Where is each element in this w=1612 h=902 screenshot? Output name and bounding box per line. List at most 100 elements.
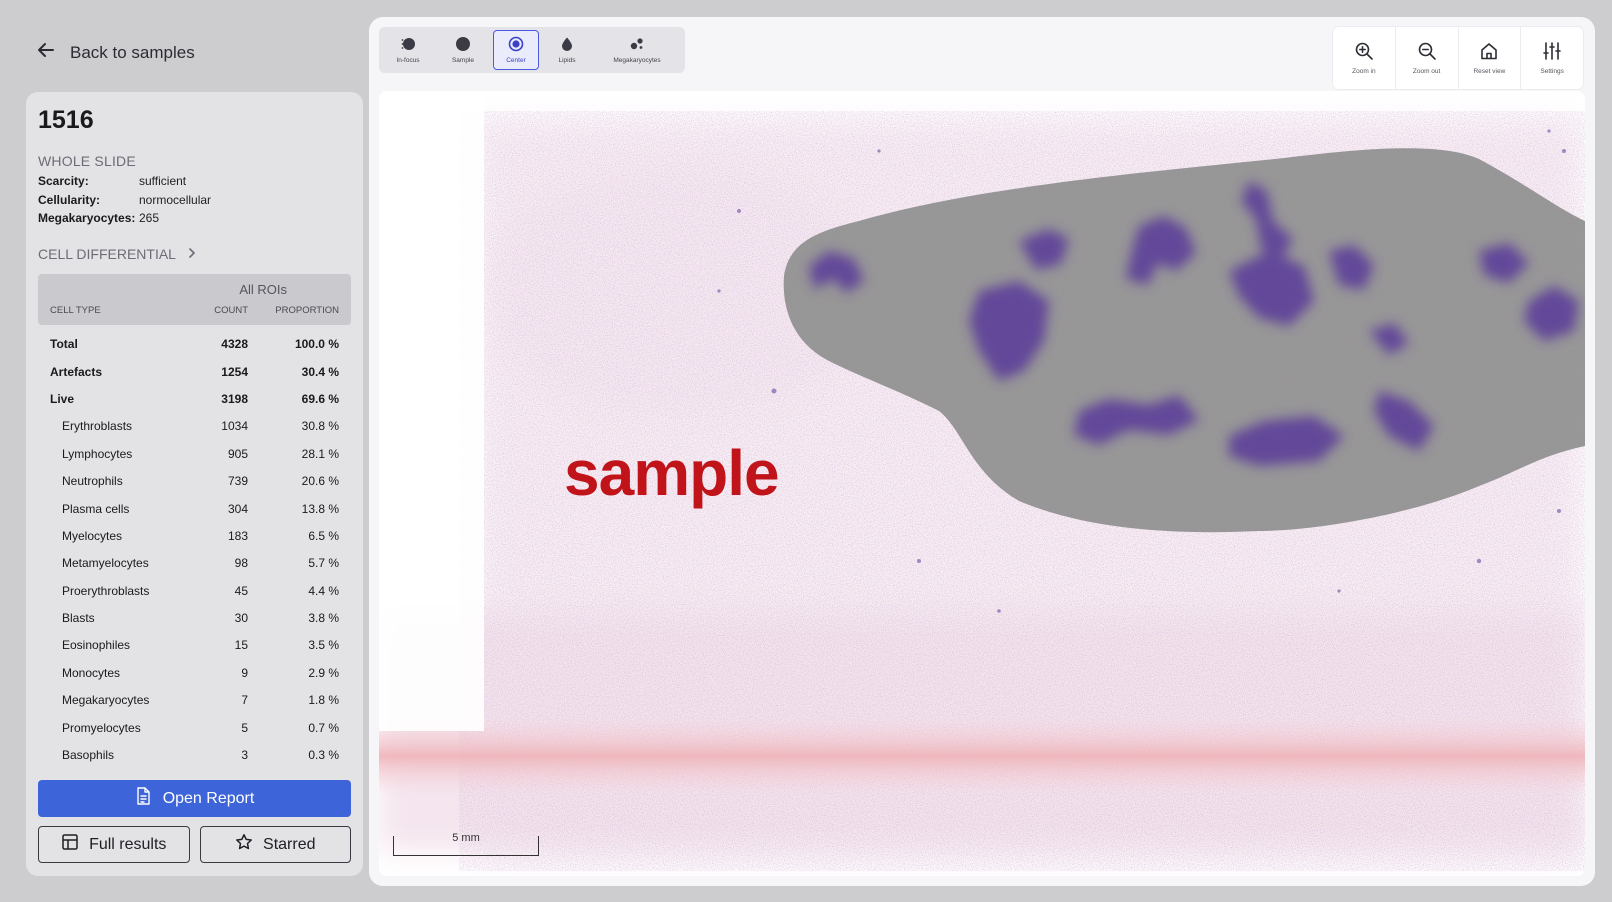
cell-type: Eosinophiles xyxy=(62,638,131,653)
table-body: Total 4328 100.0 % Artefacts 1254 30.4 % Live 3… xyxy=(38,331,351,769)
center-target-icon xyxy=(508,36,524,54)
settings-button[interactable]: Settings xyxy=(1521,27,1583,89)
cell-type: Plasma cells xyxy=(62,501,130,516)
property-value: normocellular xyxy=(139,192,212,207)
tool-label: Zoom out xyxy=(1412,68,1441,75)
property-key: Cellularity: xyxy=(38,192,101,207)
cell-proportion: 6.5 % xyxy=(308,528,339,543)
tool-in-focus[interactable]: In-focus xyxy=(383,30,433,70)
table-row: Live 3198 69.6 % xyxy=(38,385,351,412)
cell-count: 905 xyxy=(227,446,248,461)
starred-label: Starred xyxy=(263,835,316,853)
roi-group-label: All ROIs xyxy=(239,281,287,297)
slide-canvas[interactable]: sample 5 mm xyxy=(379,91,1585,876)
slide-image xyxy=(379,91,1585,876)
tool-label: Lipids xyxy=(558,57,576,64)
column-proportion: PROPORTION xyxy=(275,304,339,316)
property-value: 265 xyxy=(139,211,160,225)
cell-type: Lymphocytes xyxy=(62,446,133,461)
chevron-right-icon xyxy=(186,246,198,262)
property-value: sufficient xyxy=(139,174,187,188)
column-cell-type: CELL TYPE xyxy=(50,304,101,316)
cell-proportion: 20.6 % xyxy=(301,474,339,489)
table-row: Basophils 3 0.3 % xyxy=(38,741,351,768)
slide-summary-panel: 1516 WHOLE SLIDE Scarcity: sufficient Ce… xyxy=(26,92,363,876)
sample-watermark: sample xyxy=(564,437,780,509)
scale-bar: 5 mm xyxy=(393,832,539,856)
cell-type: Artefacts xyxy=(50,364,103,379)
full-results-button[interactable]: Full results xyxy=(38,826,190,863)
tool-label: Center xyxy=(506,57,526,64)
cell-type: Blasts xyxy=(62,611,95,626)
zoom-out-button[interactable]: Zoom out xyxy=(1396,27,1459,89)
cell-count: 3198 xyxy=(221,391,248,406)
whole-slide-heading: WHOLE SLIDE xyxy=(38,153,136,169)
cell-proportion: 5.7 % xyxy=(308,556,339,571)
cell-count: 1254 xyxy=(221,364,248,379)
lipid-drop-icon xyxy=(559,36,575,54)
sample-dot-icon xyxy=(455,36,471,54)
tool-label: Zoom in xyxy=(1352,68,1376,75)
property-key: Megakaryocytes: xyxy=(38,211,136,225)
table-row: Myelocytes 183 6.5 % xyxy=(38,522,351,549)
slide-properties: Scarcity: sufficient Cellularity: normoc… xyxy=(38,172,351,228)
cell-proportion: 13.8 % xyxy=(301,501,339,516)
cell-type: Neutrophils xyxy=(62,474,123,489)
cell-proportion: 30.8 % xyxy=(301,419,339,434)
star-icon xyxy=(235,833,253,856)
cell-type: Promyelocytes xyxy=(62,720,141,735)
cell-proportion: 4.4 % xyxy=(308,583,339,598)
full-results-label: Full results xyxy=(89,835,167,853)
cell-type: Erythroblasts xyxy=(62,419,133,434)
cell-type: Basophils xyxy=(62,748,115,763)
cell-proportion: 30.4 % xyxy=(301,364,339,379)
tool-megakaryocytes[interactable]: Megakaryocytes xyxy=(595,30,679,70)
table-row: Metamyelocytes 98 5.7 % xyxy=(38,550,351,577)
cell-differential-toggle[interactable]: CELL DIFFERENTIAL xyxy=(38,246,351,262)
open-report-button[interactable]: Open Report xyxy=(38,780,351,817)
table-icon xyxy=(61,833,79,856)
cell-count: 739 xyxy=(227,474,248,489)
zoom-in-icon xyxy=(1354,41,1374,63)
table-header: All ROIs CELL TYPE COUNT PROPORTION xyxy=(38,273,351,325)
cell-proportion: 1.8 % xyxy=(308,693,339,708)
tool-label: Megakaryocytes xyxy=(613,57,661,64)
cell-type: Megakaryocytes xyxy=(62,693,150,708)
cell-count: 304 xyxy=(227,501,248,516)
table-row: Monocytes 9 2.9 % xyxy=(38,659,351,686)
cell-count: 5 xyxy=(241,720,248,735)
document-icon xyxy=(135,787,151,810)
zoom-out-icon xyxy=(1417,41,1437,63)
layer-toolbar: In-focus Sample Center Lipids Megakaryoc… xyxy=(379,27,685,73)
cell-proportion: 69.6 % xyxy=(301,391,339,406)
property-row: Megakaryocytes: 265 xyxy=(38,209,351,228)
table-row: Plasma cells 304 13.8 % xyxy=(38,495,351,522)
tool-label: Sample xyxy=(451,57,475,64)
sliders-icon xyxy=(1542,41,1562,63)
table-row: Blasts 30 3.8 % xyxy=(38,604,351,631)
tool-lipids[interactable]: Lipids xyxy=(539,30,595,70)
table-row: Erythroblasts 1034 30.8 % xyxy=(38,413,351,440)
open-report-label: Open Report xyxy=(162,789,255,807)
tool-label: Reset view xyxy=(1473,68,1506,75)
cells-cluster-icon xyxy=(629,36,645,54)
cell-count: 3 xyxy=(241,748,248,763)
cell-count: 7 xyxy=(241,693,248,708)
cell-differential-table: All ROIs CELL TYPE COUNT PROPORTION Tota… xyxy=(38,273,351,769)
table-row: Promyelocytes 5 0.7 % xyxy=(38,714,351,741)
tool-center[interactable]: Center xyxy=(493,30,539,70)
in-focus-icon xyxy=(400,36,416,54)
cell-count: 30 xyxy=(234,611,248,626)
reset-view-button[interactable]: Reset view xyxy=(1459,27,1522,89)
cell-count: 1034 xyxy=(221,419,248,434)
zoom-in-button[interactable]: Zoom in xyxy=(1333,27,1396,89)
cell-proportion: 28.1 % xyxy=(301,446,339,461)
starred-button[interactable]: Starred xyxy=(199,826,351,863)
cell-proportion: 3.5 % xyxy=(308,638,339,653)
tool-label: Settings xyxy=(1540,68,1564,75)
cell-type: Myelocytes xyxy=(62,528,123,543)
back-to-samples-link[interactable]: Back to samples xyxy=(36,40,195,65)
scale-bar-label: 5 mm xyxy=(452,832,480,844)
tool-sample[interactable]: Sample xyxy=(433,30,493,70)
cell-type: Live xyxy=(50,391,75,406)
